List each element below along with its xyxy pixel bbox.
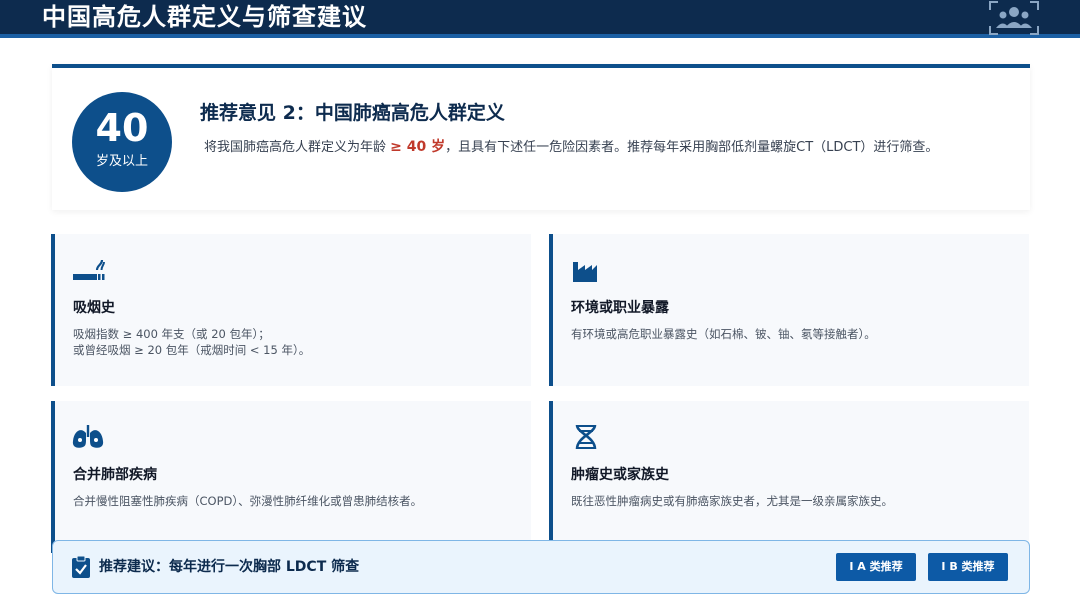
page-header: 中国高危人群定义与筛查建议 [0,0,1080,38]
age-label: 岁及以上 [95,154,148,169]
desc-highlight: ≥ 40 岁 [390,139,446,155]
card-desc-line: 既往恶性肿瘤病史或有肺癌家族史者，尤其是一级亲属家族史。 [571,494,893,508]
risk-card-smoking: 吸烟史 吸烟指数 ≥ 400 年支（或 20 包年）； 或曾经吸烟 ≥ 20 包… [51,234,531,386]
card-description: 合并慢性阻塞性肺疾病（COPD）、弥漫性肺纤维化或曾患肺结核者。 [73,493,519,509]
card-description: 有环境或高危职业暴露史（如石棉、铍、铀、氡等接触者）。 [571,326,1017,342]
card-description: 既往恶性肿瘤病史或有肺癌家族史者，尤其是一级亲属家族史。 [571,493,1017,509]
dna-icon [569,423,603,451]
card-desc-line: 吸烟指数 ≥ 400 年支（或 20 包年）； [73,327,270,341]
grade-badge-1b: I B 类推荐 [928,553,1008,581]
factory-icon [569,256,603,284]
recommendation-title: 推荐意见 2：中国肺癌高危人群定义 [200,102,505,124]
recommendation-banner: 推荐建议：每年进行一次胸部 LDCT 筛查 I A 类推荐 I B 类推荐 [52,540,1030,594]
recommendation-description: 将我国肺癌高危人群定义为年龄 ≥ 40 岁，且具有下述任一危险因素者。推荐每年采… [204,136,1012,159]
card-desc-line: 有环境或高危职业暴露史（如石棉、铍、铀、氡等接触者）。 [571,327,876,341]
risk-card-family-history: 肿瘤史或家族史 既往恶性肿瘤病史或有肺癌家族史者，尤其是一级亲属家族史。 [549,401,1029,553]
age-number: 40 [95,106,149,150]
card-desc-line: 合并慢性阻塞性肺疾病（COPD）、弥漫性肺纤维化或曾患肺结核者。 [73,494,423,508]
clipboard-check-icon [71,555,91,579]
page-title: 中国高危人群定义与筛查建议 [42,3,367,31]
people-group-icon [988,0,1040,36]
risk-card-environment: 环境或职业暴露 有环境或高危职业暴露史（如石棉、铍、铀、氡等接触者）。 [549,234,1029,386]
risk-card-lung-disease: 合并肺部疾病 合并慢性阻塞性肺疾病（COPD）、弥漫性肺纤维化或曾患肺结核者。 [51,401,531,553]
card-title: 环境或职业暴露 [571,300,669,316]
card-title: 肿瘤史或家族史 [571,467,669,483]
card-title: 合并肺部疾病 [73,467,157,483]
desc-prefix: 将我国肺癌高危人群定义为年龄 [204,140,387,155]
recommendation-panel: 40 岁及以上 推荐意见 2：中国肺癌高危人群定义 将我国肺癌高危人群定义为年龄… [52,64,1030,210]
card-title: 吸烟史 [73,300,115,316]
grade-badge-1a: I A 类推荐 [836,553,916,581]
smoking-icon [71,256,105,284]
card-description: 吸烟指数 ≥ 400 年支（或 20 包年）； 或曾经吸烟 ≥ 20 包年（戒烟… [73,326,519,358]
banner-text: 推荐建议：每年进行一次胸部 LDCT 筛查 [99,559,360,575]
desc-suffix: ，且具有下述任一危险因素者。推荐每年采用胸部低剂量螺旋CT（LDCT）进行筛查。 [445,140,939,155]
age-badge: 40 岁及以上 [72,92,172,192]
lungs-icon [71,423,105,451]
card-desc-line: 或曾经吸烟 ≥ 20 包年（戒烟时间 < 15 年）。 [73,343,311,357]
